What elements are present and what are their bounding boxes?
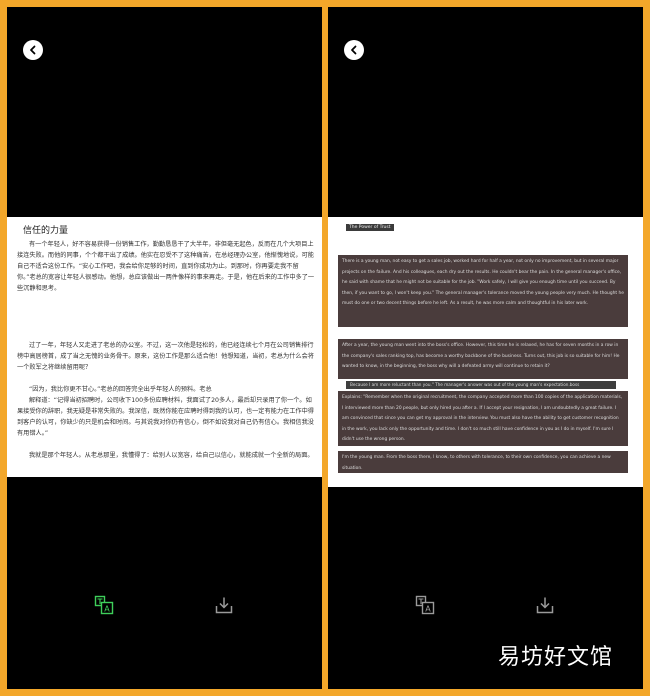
back-button[interactable] xyxy=(23,40,43,60)
original-document: 信任的力量 有一个年轻人，好不容易获得一份销售工作，勤勤恳恳干了大半年，非但毫无… xyxy=(7,217,322,477)
paragraph: 我就是那个年轻人。从老总那里，我懂得了：给别人以宽容，给自己以信心，就能成就一个… xyxy=(29,452,314,459)
translated-paragraph: I'm the young man. From the boss there, … xyxy=(338,451,628,473)
translated-paragraph: There is a young man, not easy to get a … xyxy=(338,255,628,327)
chevron-left-icon xyxy=(30,45,36,55)
translated-paragraph: After a year, the young man went into th… xyxy=(338,339,628,379)
paragraph: 有一个年轻人，好不容易获得一份销售工作，勤勤恳恳干了大半年，非但毫无起色，反而在… xyxy=(17,241,315,292)
watermark: 易坊好文馆 xyxy=(497,645,613,670)
translated-paragraph: Because I am more reluctant than you." T… xyxy=(346,381,616,389)
translated-paragraph: Explains: "Remember when the original re… xyxy=(338,391,628,446)
paragraph: 解释道：“记得当初招聘时，公司收下100多份应聘材料，我面试了20多人，最后却只… xyxy=(17,397,314,437)
paragraph: “因为，我比你更不甘心。”老总的回答完全出乎年轻人的预料。老总 xyxy=(29,386,212,393)
download-icon xyxy=(215,597,233,614)
left-screen: 信任的力量 有一个年轻人，好不容易获得一份销售工作，勤勤恳恳干了大半年，非但毫无… xyxy=(7,7,322,689)
translate-icon: A xyxy=(415,595,435,615)
translate-icon: A xyxy=(94,595,114,615)
svg-text:A: A xyxy=(425,605,431,614)
download-button[interactable] xyxy=(534,594,556,616)
translate-button[interactable]: A xyxy=(414,594,436,616)
paragraph: 过了一年，年轻人又走进了老总的办公室。不过，这一次他是轻松的，他已经连续七个月在… xyxy=(17,342,314,371)
download-icon xyxy=(536,597,554,614)
chevron-left-icon xyxy=(351,45,357,55)
right-screen: The Power of Trust There is a young man,… xyxy=(328,7,643,689)
document-title: 信任的力量 xyxy=(23,226,69,236)
svg-text:A: A xyxy=(104,605,110,614)
translate-button[interactable]: A xyxy=(93,594,115,616)
download-button[interactable] xyxy=(213,594,235,616)
back-button[interactable] xyxy=(344,40,364,60)
translated-title: The Power of Trust xyxy=(346,224,394,231)
translated-document: The Power of Trust There is a young man,… xyxy=(328,217,643,487)
